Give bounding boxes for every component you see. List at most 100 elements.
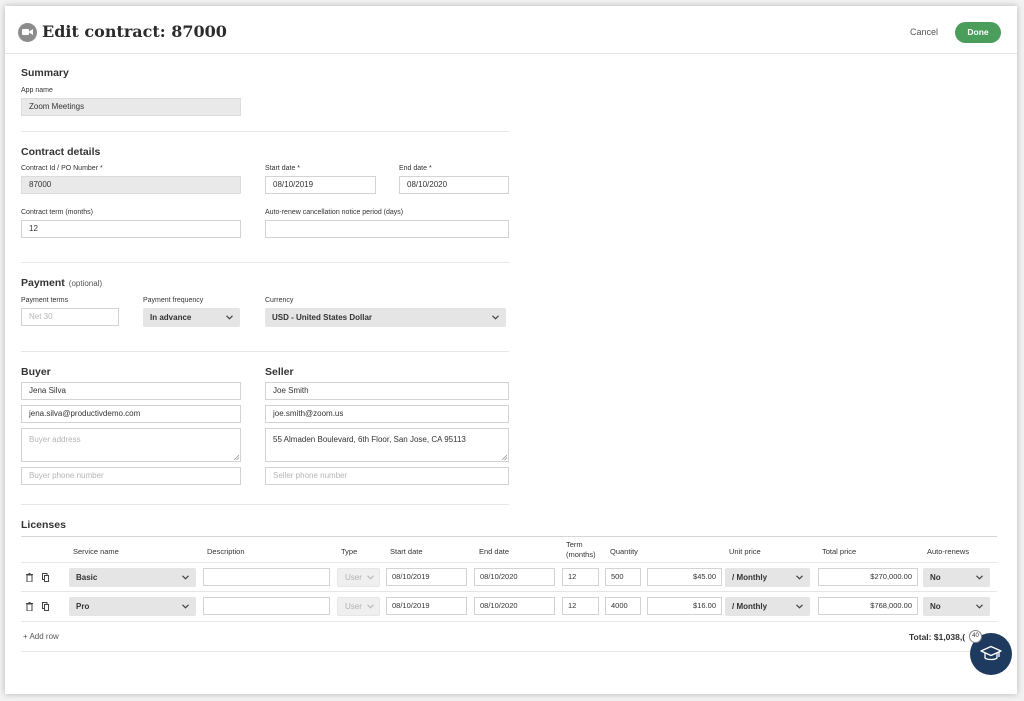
cancel-button[interactable]: Cancel [910,27,938,37]
payment-title: Payment [21,277,65,289]
licenses-total: Total: $1,038,( [909,632,966,642]
contract-id-field: 87000 [21,176,241,194]
col-start-date: Start date [390,547,423,556]
seller-address-field[interactable]: 55 Almaden Boulevard, 6th Floor, San Jos… [265,428,509,462]
page-title: Edit contract: 87000 [42,22,227,41]
divider [21,262,509,263]
auto-renews-value: No [930,602,941,611]
col-auto-renews: Auto-renews [927,547,970,556]
buyer-email-field[interactable]: jena.silva@productivdemo.com [21,405,241,423]
buyer-heading: Buyer [21,366,51,378]
type-value: User [345,602,362,611]
license-unit-price[interactable]: $16.00 [647,597,722,615]
header-row-border [21,562,997,563]
chevron-down-icon [796,575,803,580]
col-term: Term (months) [566,540,596,559]
start-date-field[interactable]: 08/10/2019 [265,176,376,194]
license-term[interactable]: 12 [562,597,599,615]
buyer-address-field[interactable]: Buyer address [21,428,241,462]
copy-icon[interactable] [42,602,49,611]
table-bottom-border [21,651,997,652]
notice-period-field[interactable] [265,220,509,238]
payment-frequency-label: Payment frequency [143,297,204,304]
license-total-price[interactable]: $768,000.00 [818,597,918,615]
col-service-name: Service name [73,547,119,556]
trash-icon[interactable] [26,602,33,611]
auto-renews-select[interactable]: No [923,568,990,587]
chevron-down-icon [182,604,189,609]
service-select[interactable]: Pro [69,597,196,616]
billing-period-select[interactable]: / Monthly [725,568,810,587]
divider [21,131,509,132]
payment-terms-field[interactable]: Net 30 [21,308,119,326]
start-date-label: Start date * [265,165,301,172]
license-end-date[interactable]: 08/10/2020 [474,597,555,615]
chevron-down-icon [492,315,499,320]
resize-grip-icon[interactable] [501,454,507,460]
contract-term-field[interactable]: 12 [21,220,241,238]
currency-label: Currency [265,297,294,304]
payment-heading: Payment (optional) [21,277,102,289]
col-end-date: End date [479,547,510,556]
billing-period-value: / Monthly [732,602,768,611]
license-start-date[interactable]: 08/10/2019 [386,597,467,615]
service-value: Pro [76,602,90,611]
end-date-field[interactable]: 08/10/2020 [399,176,509,194]
license-end-date[interactable]: 08/10/2020 [474,568,555,586]
contract-id-label: Contract Id / PO Number * [21,165,103,172]
type-value: User [345,573,362,582]
license-term[interactable]: 12 [562,568,599,586]
billing-period-select[interactable]: / Monthly [725,597,810,616]
chevron-down-icon [182,575,189,580]
license-quantity[interactable]: 500 [605,568,641,586]
done-button[interactable]: Done [955,22,1001,43]
chevron-down-icon [976,604,983,609]
auto-renews-value: No [930,573,941,582]
app-name-label: App name [21,87,53,94]
license-total-price[interactable]: $270,000.00 [818,568,918,586]
description-field[interactable] [203,568,330,586]
auto-renews-select[interactable]: No [923,597,990,616]
licenses-heading: Licenses [21,519,66,531]
chevron-down-icon [367,575,374,580]
notice-period-label: Auto-renew cancellation notice period (d… [265,209,404,216]
graduation-cap-icon [980,645,1002,661]
optional-tag: (optional) [68,279,103,288]
seller-email-field[interactable]: joe.smith@zoom.us [265,405,509,423]
summary-heading: Summary [21,67,69,79]
billing-period-value: / Monthly [732,573,768,582]
add-row-button[interactable]: + Add row [23,632,59,641]
payment-frequency-select[interactable]: In advance [143,308,240,327]
service-select[interactable]: Basic [69,568,196,587]
buyer-address-placeholder: Buyer address [29,435,81,444]
col-description: Description [207,547,245,556]
copy-icon[interactable] [42,573,49,582]
seller-phone-field[interactable]: Seller phone number [265,467,509,485]
service-value: Basic [76,573,98,582]
license-start-date[interactable]: 08/10/2019 [386,568,467,586]
currency-select[interactable]: USD - United States Dollar [265,308,506,327]
license-quantity[interactable]: 4000 [605,597,641,615]
row-border [21,591,997,592]
trash-icon[interactable] [26,573,33,582]
currency-value: USD - United States Dollar [272,313,373,322]
type-select: User [337,597,380,616]
col-type: Type [341,547,358,556]
app-name-field: Zoom Meetings [21,98,241,116]
edit-contract-window: Edit contract: 87000 Cancel Done Summary… [5,6,1017,694]
notification-badge: 40 [969,630,982,643]
buyer-name-field[interactable]: Jena Silva [21,382,241,400]
resize-grip-icon[interactable] [233,454,239,460]
chevron-down-icon [226,315,233,320]
contract-term-label: Contract term (months) [21,209,93,216]
license-unit-price[interactable]: $45.00 [647,568,722,586]
row-border [21,621,997,622]
type-select: User [337,568,380,587]
divider [21,504,509,505]
buyer-phone-field[interactable]: Buyer phone number [21,467,241,485]
col-quantity: Quantity [610,547,638,556]
seller-name-field[interactable]: Joe Smith [265,382,509,400]
payment-frequency-value: In advance [150,313,192,322]
description-field[interactable] [203,597,330,615]
contract-details-heading: Contract details [21,146,101,158]
